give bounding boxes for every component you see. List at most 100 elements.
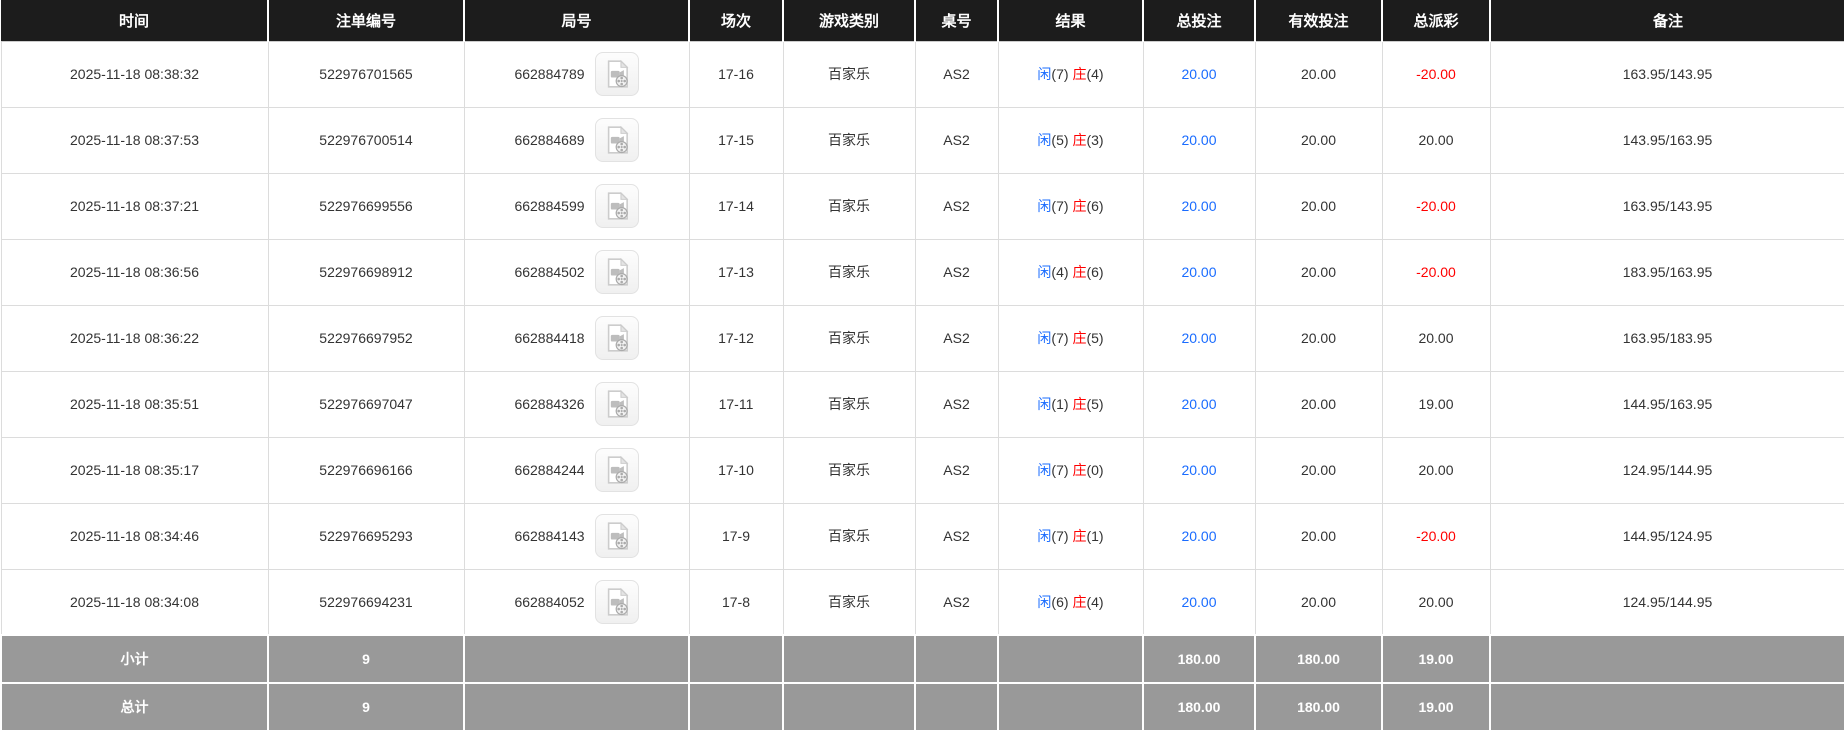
col-header-game-type: 游戏类别 bbox=[783, 0, 916, 42]
grand-total-row: 总计 9 180.00 180.00 19.00 bbox=[0, 682, 1844, 732]
video-replay-button[interactable] bbox=[594, 250, 639, 294]
banker-result-label: 庄 bbox=[1072, 198, 1087, 214]
grand-total-valid-bet: 180.00 bbox=[1254, 682, 1383, 732]
video-replay-icon bbox=[602, 455, 632, 485]
game-type-cell: 百家乐 bbox=[782, 304, 916, 372]
player-result-label: 闲 bbox=[1037, 593, 1052, 610]
total-bet-cell: 20.00 bbox=[1142, 238, 1256, 306]
round-number: 662884689 bbox=[514, 132, 585, 148]
round-number-cell: 662884789 bbox=[463, 40, 690, 108]
player-result-score: (7) bbox=[1051, 66, 1069, 82]
banker-result-label: 庄 bbox=[1072, 264, 1087, 280]
video-replay-button[interactable] bbox=[594, 514, 639, 558]
video-replay-button[interactable] bbox=[594, 448, 639, 492]
grand-total-total-bet: 180.00 bbox=[1142, 682, 1256, 732]
banker-result-label: 庄 bbox=[1072, 132, 1087, 148]
payout-cell: -20.00 bbox=[1381, 238, 1491, 306]
video-replay-button[interactable] bbox=[594, 118, 639, 162]
valid-bet-cell: 20.00 bbox=[1254, 436, 1383, 504]
col-header-total-bet: 总投注 bbox=[1143, 0, 1256, 42]
bet-number-cell: 522976701565 bbox=[267, 40, 465, 108]
player-result-score: (4) bbox=[1051, 264, 1069, 280]
bet-number-cell: 522976694231 bbox=[267, 568, 465, 636]
valid-bet-cell: 20.00 bbox=[1254, 238, 1383, 306]
valid-bet-cell: 20.00 bbox=[1254, 568, 1383, 636]
bet-number-cell: 522976696166 bbox=[267, 436, 465, 504]
time-cell: 2025-11-18 08:34:46 bbox=[0, 502, 269, 570]
round-number: 662884244 bbox=[514, 462, 585, 478]
time-cell: 2025-11-18 08:35:51 bbox=[0, 370, 269, 438]
valid-bet-cell: 20.00 bbox=[1254, 370, 1383, 438]
time-cell: 2025-11-18 08:35:17 bbox=[0, 436, 269, 504]
video-replay-button[interactable] bbox=[594, 382, 639, 426]
game-type-cell: 百家乐 bbox=[782, 370, 916, 438]
summary-empty-cell bbox=[782, 634, 916, 684]
col-header-remark: 备注 bbox=[1490, 0, 1844, 42]
round-number-cell: 662884052 bbox=[463, 568, 690, 636]
banker-result-score: (0) bbox=[1086, 462, 1104, 478]
payout-cell: -20.00 bbox=[1381, 172, 1491, 240]
table-number-cell: AS2 bbox=[914, 370, 999, 438]
player-result-label: 闲 bbox=[1037, 132, 1052, 148]
table-row: 2025-11-18 08:34:08 522976694231 6628840… bbox=[0, 568, 1844, 636]
session-cell: 17-15 bbox=[688, 106, 784, 174]
valid-bet-cell: 20.00 bbox=[1254, 304, 1383, 372]
total-bet-cell: 20.00 bbox=[1142, 436, 1256, 504]
result-cell: 闲(1) 庄(5) bbox=[997, 370, 1144, 438]
result-cell: 闲(7) 庄(5) bbox=[997, 304, 1144, 372]
video-replay-button[interactable] bbox=[594, 579, 639, 624]
video-replay-icon bbox=[602, 587, 632, 617]
video-replay-icon bbox=[602, 323, 632, 353]
player-result-score: (1) bbox=[1051, 396, 1069, 412]
result-cell: 闲(7) 庄(0) bbox=[997, 436, 1144, 504]
col-header-result: 结果 bbox=[998, 0, 1144, 42]
table-row: 2025-11-18 08:34:46 522976695293 6628841… bbox=[0, 502, 1844, 570]
col-header-total-payout: 总派彩 bbox=[1382, 0, 1491, 42]
game-type-cell: 百家乐 bbox=[782, 502, 916, 570]
result-cell: 闲(7) 庄(1) bbox=[997, 502, 1144, 570]
table-row: 2025-11-18 08:36:22 522976697952 6628844… bbox=[0, 304, 1844, 372]
video-replay-button[interactable] bbox=[594, 52, 639, 96]
bet-number-cell: 522976699556 bbox=[267, 172, 465, 240]
player-result-score: (7) bbox=[1051, 330, 1069, 346]
payout-cell: -20.00 bbox=[1381, 502, 1491, 570]
banker-result-label: 庄 bbox=[1072, 396, 1087, 412]
table-row: 2025-11-18 08:37:21 522976699556 6628845… bbox=[0, 172, 1844, 240]
video-replay-button[interactable] bbox=[594, 316, 639, 360]
game-type-cell: 百家乐 bbox=[782, 568, 916, 636]
payout-cell: 20.00 bbox=[1381, 568, 1491, 636]
grand-total-payout: 19.00 bbox=[1381, 682, 1491, 732]
round-number-cell: 662884143 bbox=[463, 502, 690, 570]
table-number-cell: AS2 bbox=[914, 568, 999, 636]
subtotal-count: 9 bbox=[267, 634, 465, 684]
banker-result-label: 庄 bbox=[1072, 462, 1087, 478]
session-cell: 17-8 bbox=[688, 568, 784, 636]
bet-number-cell: 522976698912 bbox=[267, 238, 465, 306]
player-result-label: 闲 bbox=[1037, 528, 1052, 544]
valid-bet-cell: 20.00 bbox=[1254, 106, 1383, 174]
table-row: 2025-11-18 08:35:17 522976696166 6628842… bbox=[0, 436, 1844, 504]
player-result-label: 闲 bbox=[1037, 396, 1052, 412]
result-cell: 闲(4) 庄(6) bbox=[997, 238, 1144, 306]
round-number-cell: 662884418 bbox=[463, 304, 690, 372]
banker-result-score: (4) bbox=[1086, 593, 1104, 610]
total-bet-cell: 20.00 bbox=[1142, 172, 1256, 240]
banker-result-label: 庄 bbox=[1072, 330, 1087, 346]
game-type-cell: 百家乐 bbox=[782, 172, 916, 240]
summary-empty-cell bbox=[688, 682, 784, 732]
col-header-time: 时间 bbox=[1, 0, 269, 42]
banker-result-score: (5) bbox=[1086, 330, 1104, 346]
time-cell: 2025-11-18 08:37:21 bbox=[0, 172, 269, 240]
bet-records-table: 时间 注单编号 局号 场次 游戏类别 桌号 结果 总投注 有效投注 总派彩 备注… bbox=[0, 0, 1844, 732]
banker-result-label: 庄 bbox=[1072, 66, 1087, 82]
video-replay-icon bbox=[602, 389, 632, 419]
payout-cell: -20.00 bbox=[1381, 40, 1491, 108]
round-number: 662884502 bbox=[514, 264, 585, 280]
table-number-cell: AS2 bbox=[914, 304, 999, 372]
subtotal-valid-bet: 180.00 bbox=[1254, 634, 1383, 684]
subtotal-row: 小计 9 180.00 180.00 19.00 bbox=[0, 634, 1844, 684]
video-replay-icon bbox=[602, 125, 632, 155]
remark-cell: 143.95/163.95 bbox=[1489, 106, 1844, 174]
video-replay-button[interactable] bbox=[594, 184, 639, 228]
summary-empty-cell bbox=[782, 682, 916, 732]
